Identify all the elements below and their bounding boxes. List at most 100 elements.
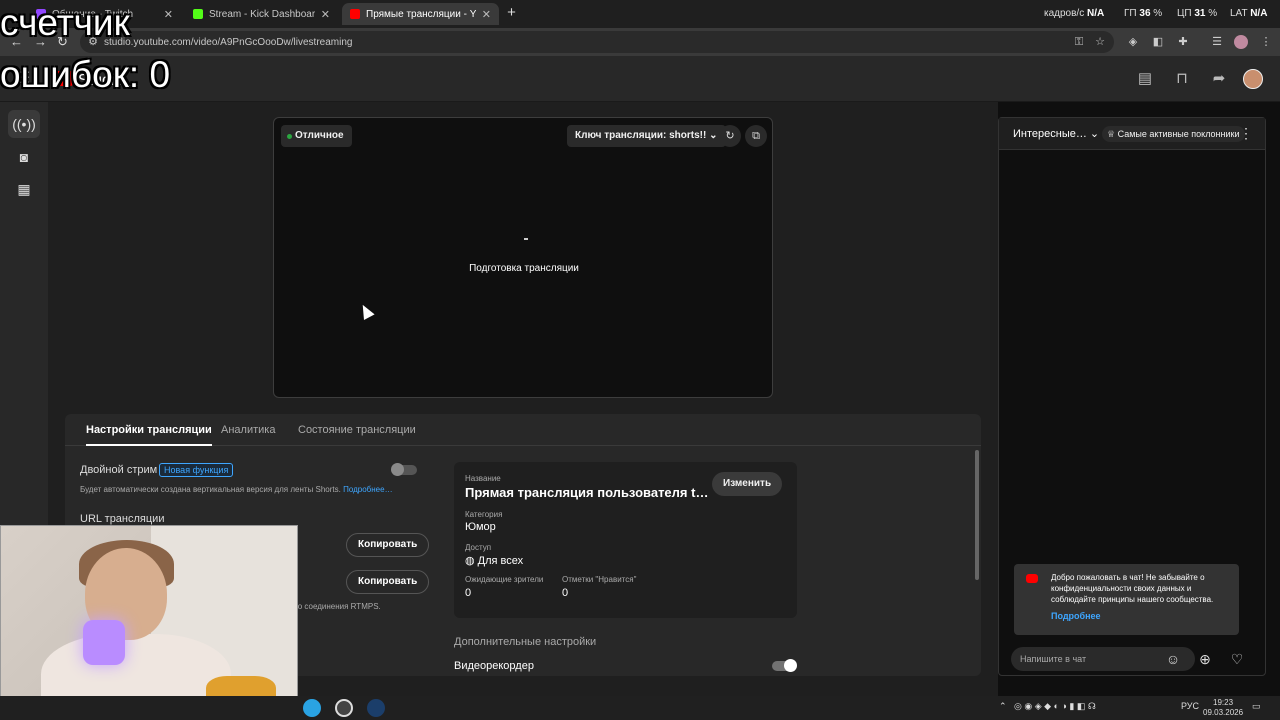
clock-date: 09.03.2026 [1203,708,1244,717]
kick-icon [193,9,203,19]
chat-welcome-message: Добро пожаловать в чат! Не забывайте о к… [1014,564,1239,635]
live-broadcast-icon[interactable]: ((•)) [8,110,40,138]
tab-label: Прямые трансляции - YouTube [366,8,476,20]
bookmark-icon[interactable]: ⊓ [1172,69,1192,89]
settings-tabs: Настройки трансляции Аналитика Состояние… [65,414,981,446]
live-chat: Интересные… ⌄ ♕ Самые активные поклонник… [998,117,1266,676]
close-icon[interactable]: ✕ [482,8,491,21]
clapperboard-icon[interactable]: ▤ [1135,69,1155,89]
new-tab-button[interactable]: + [503,5,520,22]
additional-settings-title: Дополнительные настройки [454,636,597,648]
crown-icon: ♕ [1107,129,1116,139]
tab-youtube[interactable]: Прямые трансляции - YouTube ✕ [342,3,499,25]
welcome-text: Добро пожаловать в чат! Не забывайте о к… [1051,573,1214,604]
edit-button[interactable]: Изменить [712,472,783,496]
tab-stream-health[interactable]: Состояние трансляции [298,424,416,436]
calendar-icon[interactable]: ▦ [8,175,40,203]
youtube-icon [1026,574,1038,583]
access-label: Доступ [465,543,492,552]
system-clock[interactable]: 19:23 09.03.2026 [1203,698,1243,718]
category-label: Категория [465,510,503,519]
stream-url-label: URL трансляции [80,513,165,525]
add-icon[interactable]: ⊕ [1196,650,1214,668]
chevron-down-icon: ⌄ [1089,128,1100,140]
close-icon[interactable]: ✕ [164,8,173,21]
clock-time: 19:23 [1213,698,1234,707]
heart-icon[interactable]: ♡ [1228,650,1246,668]
likes-label: Отметки "Нравится" [562,575,637,584]
fps-stat: кадров/с N/A [1044,8,1105,19]
chat-header: Интересные… ⌄ ♕ Самые активные поклонник… [999,118,1265,150]
key-icon[interactable]: ⚿ [1072,35,1086,49]
globe-icon: ◍ [465,555,475,567]
chat-mode-select[interactable]: Интересные… ⌄ [1013,127,1099,140]
dual-stream-description: Будет автоматически создана вертикальная… [80,485,393,494]
steam-icon[interactable] [367,699,385,717]
extension-icon[interactable]: ◧ [1151,35,1165,49]
tab-analytics[interactable]: Аналитика [221,424,275,436]
stream-preview: Отличное Ключ трансляции: shorts!! ⌄ ↻ ⧉… [273,117,773,398]
learn-more-link[interactable]: Подробнее… [343,485,393,494]
avatar[interactable] [1243,69,1263,89]
url-text[interactable]: studio.youtube.com/video/A9PnGcOooDw/liv… [104,37,352,48]
waiting-viewers-value: 0 [465,587,472,599]
youtube-icon [350,9,360,19]
new-feature-badge: Новая функция [159,463,234,477]
error-counter-line2: ошибок: 0 [0,54,171,95]
obs-icon[interactable] [335,699,353,717]
copy-backup-url-button[interactable]: Копировать [346,570,430,594]
windows-taskbar: ⌃ ◎ ◉ ◈ ◆ ◐ ◑ ▮ ◧ ☊ РУС 19:23 09.03.2026… [0,696,1280,720]
preview-message: Подготовка трансляции [469,263,579,274]
stream-key-label: Ключ трансляции: shorts!! [575,130,707,141]
access-value: ◍ Для всех [465,555,524,567]
title-label: Название [465,474,501,483]
stream-title: Прямая трансляция пользователя t… [465,485,709,500]
puzzle-icon[interactable]: ✚ [1176,35,1190,49]
panel-scrollbar[interactable] [975,450,979,580]
reading-list-icon[interactable]: ☰ [1210,35,1224,49]
dvr-label: Видеорекордер [454,660,534,672]
cpu-stat: ЦП 31 % [1177,8,1218,19]
tray-chevron-icon[interactable]: ⌃ [999,701,1007,712]
notification-icon[interactable]: ▭ [1252,701,1261,712]
tab-label: Stream - Kick Dashboard [209,8,315,20]
likes-value: 0 [562,587,569,599]
microphone-icon [83,620,125,665]
tab-stream-settings[interactable]: Настройки трансляции [86,424,212,446]
emoji-icon[interactable]: ☺ [1164,650,1182,668]
bookmark-star-icon[interactable]: ☆ [1093,35,1107,49]
copy-icon[interactable]: ⧉ [745,125,767,147]
more-options-icon[interactable]: ⋮ [1239,125,1253,142]
browser-toolbar: ← → ↻ ⚙ studio.youtube.com/video/A9PnGcO… [0,28,1280,56]
webcam-overlay [0,525,298,720]
loading-spinner [524,238,528,240]
language-indicator[interactable]: РУС [1181,701,1199,711]
dvr-toggle[interactable] [772,659,797,672]
top-fans-chip[interactable]: ♕ Самые активные поклонники [1102,126,1245,142]
tab-kick[interactable]: Stream - Kick Dashboard ✕ [185,3,338,25]
chevron-down-icon: ⌄ [709,130,718,141]
studio-header: ☰ Studio ▤ ⊓ ➦ [0,56,1280,102]
waiting-viewers-label: Ожидающие зрители [465,575,544,584]
share-icon[interactable]: ➦ [1209,69,1229,89]
tray-icons[interactable]: ◎ ◉ ◈ ◆ ◐ ◑ ▮ ◧ ☊ [1014,701,1096,712]
refresh-icon[interactable]: ↻ [719,125,741,147]
error-counter-line1: счетчик [0,2,130,43]
menu-icon[interactable]: ⋮ [1259,35,1273,49]
browser-tab-strip: Общение - Twitch ✕ Stream - Kick Dashboa… [0,0,1280,28]
dual-stream-toggle[interactable] [391,463,417,476]
dual-stream-label: Двойной стрим [80,464,158,476]
telegram-icon[interactable] [303,699,321,717]
learn-more-link[interactable]: Подробнее [1051,611,1101,621]
camera-icon[interactable]: ◙ [8,143,40,171]
extension-icon[interactable]: ◈ [1126,35,1140,49]
profile-icon[interactable] [1234,35,1248,49]
rtmps-note: го соединения RTMPS. [295,602,381,611]
stream-details-card: Название Прямая трансляция пользователя … [454,462,797,618]
copy-url-button[interactable]: Копировать [346,533,430,557]
stream-health-badge: Отличное [281,125,352,147]
gpu-stat: ГП 36 % [1124,8,1163,19]
category-value: Юмор [465,521,496,533]
stream-key-select[interactable]: Ключ трансляции: shorts!! ⌄ [567,125,726,147]
close-icon[interactable]: ✕ [321,8,330,21]
